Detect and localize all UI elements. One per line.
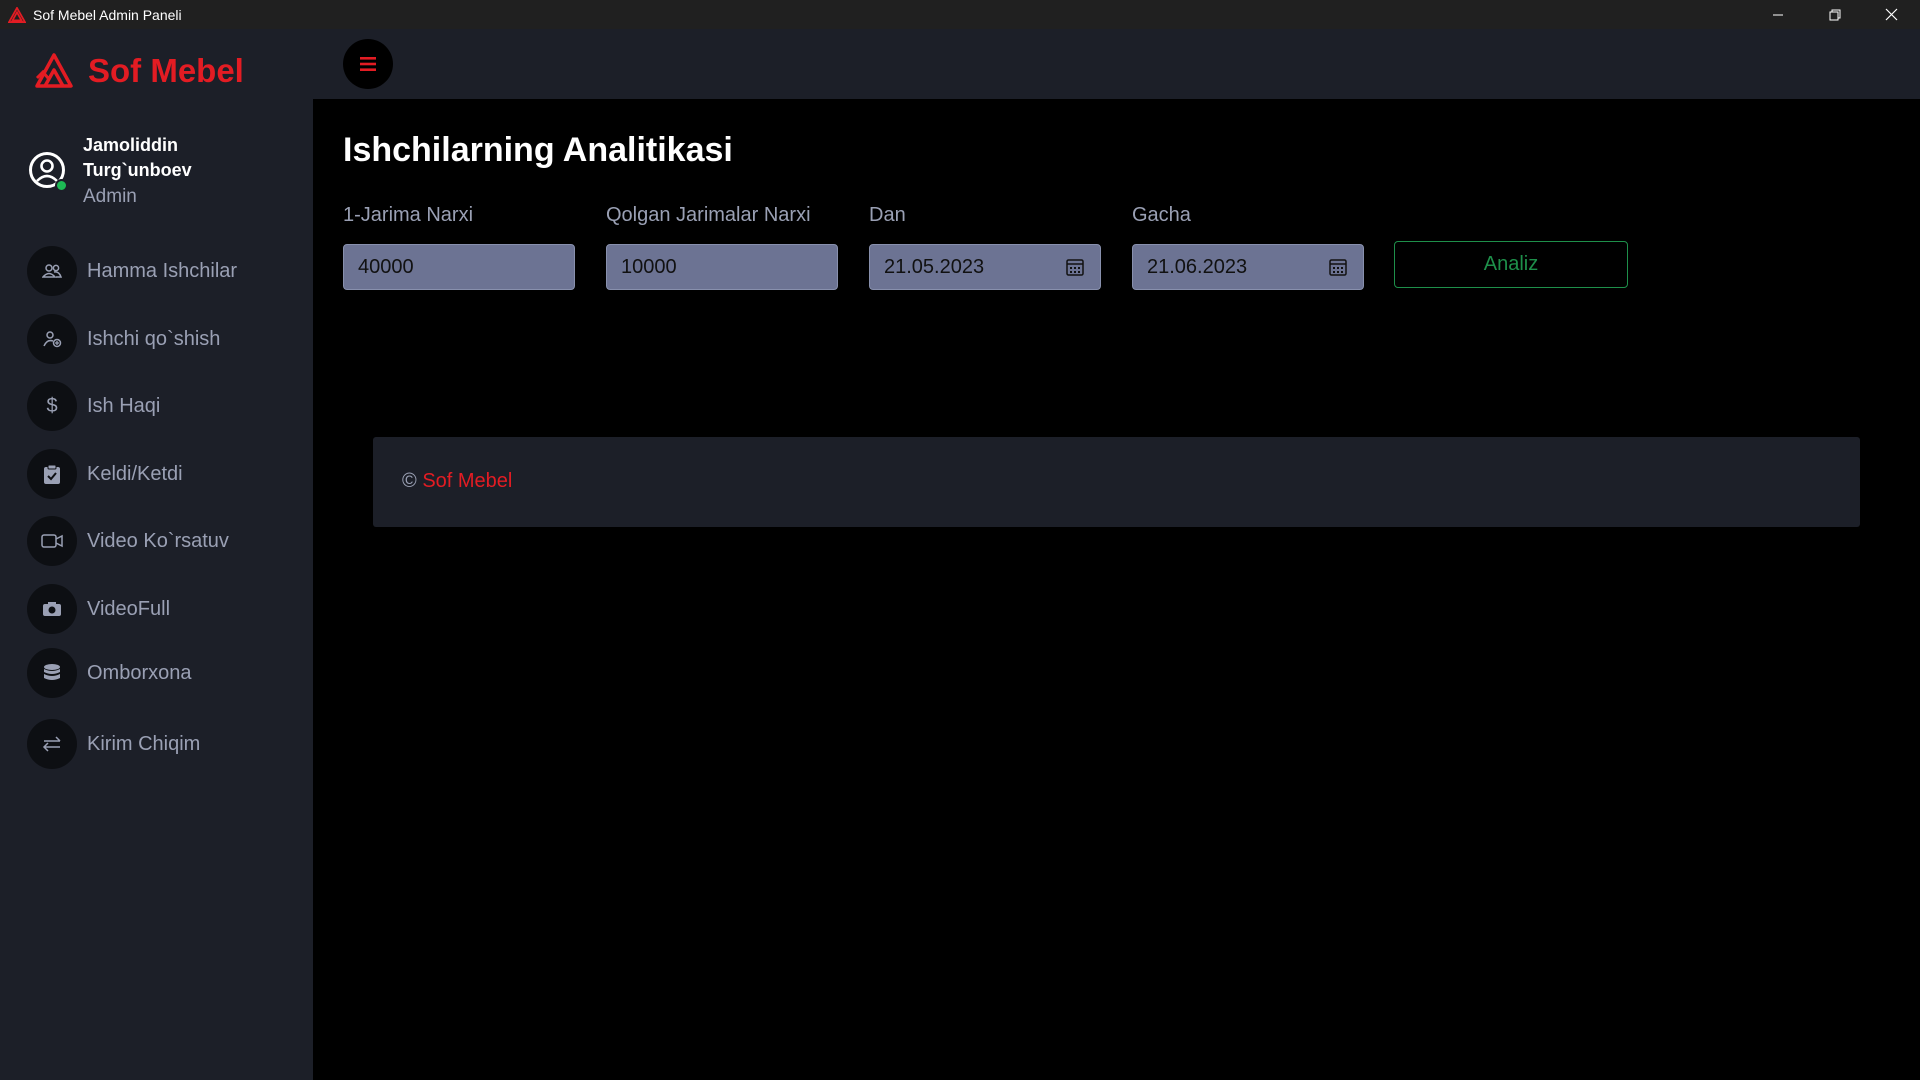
sidebar-item-label: Hamma Ishchilar	[87, 259, 238, 282]
qolgan-jarimalar-field: Qolgan Jarimalar Narxi 10000	[606, 204, 838, 290]
copyright: © Sof Mebel	[402, 470, 512, 493]
sidebar-item-label: Kirim Chiqim	[87, 732, 201, 755]
user-add-icon	[27, 314, 77, 364]
swap-arrows-icon	[27, 719, 77, 769]
sidebar-item-label: VideoFull	[87, 597, 171, 620]
sidebar-item-hamma-ishchilar[interactable]: Hamma Ishchilar	[27, 245, 287, 297]
close-button[interactable]	[1863, 0, 1920, 29]
field-label: Qolgan Jarimalar Narxi	[606, 204, 811, 226]
hamburger-menu-button[interactable]	[343, 39, 393, 89]
calendar-icon[interactable]	[1066, 258, 1084, 276]
page-title: Ishchilarning Analitikasi	[343, 131, 733, 169]
sidebar-item-label: Keldi/Ketdi	[87, 462, 183, 485]
copyright-symbol: ©	[402, 470, 417, 492]
field-label: Gacha	[1132, 204, 1191, 226]
user-name: Jamoliddin Turg`unboev	[83, 135, 192, 180]
sidebar-item-keldi-ketdi[interactable]: Keldi/Ketdi	[27, 448, 287, 500]
jarima-narxi-field: 1-Jarima Narxi 40000	[343, 204, 575, 290]
sidebar-item-label: Ishchi qo`shish	[87, 327, 221, 350]
user-role: Admin	[83, 186, 137, 207]
field-value: 21.06.2023	[1147, 255, 1248, 278]
sidebar-item-ish-haqi[interactable]: $ Ish Haqi	[27, 380, 287, 432]
footer: © Sof Mebel	[373, 437, 1860, 527]
calendar-icon[interactable]	[1329, 258, 1347, 276]
camera-icon	[27, 584, 77, 634]
clipboard-check-icon	[27, 449, 77, 499]
sidebar-item-ishchi-qoshish[interactable]: Ishchi qo`shish	[27, 313, 287, 365]
database-icon	[27, 648, 77, 698]
field-value: 10000	[621, 255, 677, 278]
user-profile: Jamoliddin Turg`unboev Admin	[28, 133, 233, 208]
restore-icon	[1829, 9, 1840, 20]
avatar	[28, 151, 68, 192]
gacha-date-field: Gacha 21.06.2023	[1132, 204, 1364, 290]
window-titlebar: Sof Mebel Admin Paneli	[0, 0, 1920, 29]
hamburger-icon	[360, 57, 376, 71]
online-status-dot	[55, 179, 68, 192]
field-label: Dan	[869, 204, 906, 226]
restore-button[interactable]	[1806, 0, 1863, 29]
sidebar-item-label: Video Ko`rsatuv	[87, 529, 229, 552]
brand-logo-icon	[35, 53, 73, 88]
jarima-narxi-input[interactable]: 40000	[343, 244, 575, 290]
field-label: 1-Jarima Narxi	[343, 204, 474, 226]
window-title: Sof Mebel Admin Paneli	[33, 6, 182, 23]
sidebar-item-kirim-chiqim[interactable]: Kirim Chiqim	[27, 718, 287, 770]
main-content: Ishchilarning Analitikasi 1-Jarima Narxi…	[313, 99, 1920, 1080]
dollar-icon: $	[27, 381, 77, 431]
sidebar-item-videofull[interactable]: VideoFull	[27, 583, 287, 635]
sidebar-item-video-korsatuv[interactable]: Video Ko`rsatuv	[27, 515, 287, 567]
footer-brand-link[interactable]: Sof Mebel	[422, 470, 512, 492]
dan-date-input[interactable]: 21.05.2023	[869, 244, 1101, 290]
qolgan-jarimalar-input[interactable]: 10000	[606, 244, 838, 290]
close-icon	[1885, 8, 1898, 21]
sidebar-item-omborxona[interactable]: Omborxona	[27, 647, 287, 699]
dan-date-field: Dan 21.05.2023	[869, 204, 1101, 290]
app-logo-icon	[7, 5, 27, 25]
minimize-button[interactable]	[1749, 0, 1806, 29]
field-value: 40000	[358, 255, 414, 278]
video-camera-icon	[27, 516, 77, 566]
sidebar-item-label: Omborxona	[87, 661, 192, 684]
brand[interactable]: Sof Mebel	[34, 46, 244, 96]
minimize-icon	[1772, 14, 1783, 15]
sidebar-item-label: Ish Haqi	[87, 394, 161, 417]
analiz-button[interactable]: Analiz	[1394, 241, 1628, 288]
gacha-date-input[interactable]: 21.06.2023	[1132, 244, 1364, 290]
brand-name: Sof Mebel	[88, 52, 244, 89]
top-header	[313, 29, 1920, 99]
sidebar: Sof Mebel Jamoliddin Turg`unboev Admin H…	[0, 29, 313, 1080]
field-value: 21.05.2023	[884, 255, 985, 278]
users-icon	[27, 246, 77, 296]
